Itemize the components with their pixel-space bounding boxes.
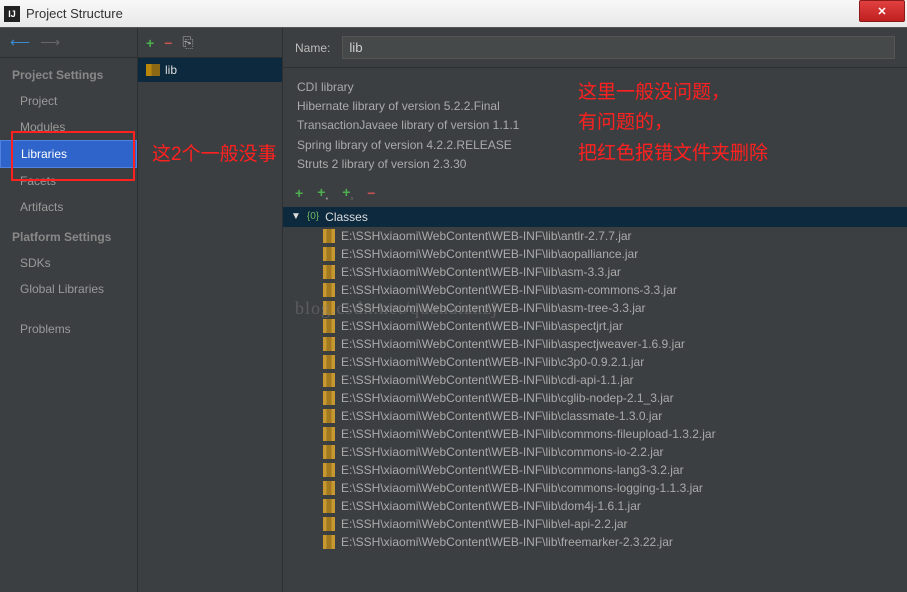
copy-library-icon[interactable]: ⎘ (182, 34, 193, 51)
jar-icon (323, 247, 335, 261)
library-item-lib[interactable]: lib (138, 58, 282, 82)
remove-library-icon[interactable]: − (164, 35, 172, 51)
nav-global-libraries[interactable]: Global Libraries (0, 276, 137, 302)
jar-path: E:\SSH\xiaomi\WebContent\WEB-INF\lib\com… (341, 427, 716, 441)
jar-item[interactable]: E:\SSH\xiaomi\WebContent\WEB-INF\lib\asm… (283, 299, 907, 317)
jar-path: E:\SSH\xiaomi\WebContent\WEB-INF\lib\dom… (341, 499, 641, 513)
jar-path: E:\SSH\xiaomi\WebContent\WEB-INF\lib\com… (341, 463, 684, 477)
jar-icon (323, 427, 335, 441)
nav-artifacts[interactable]: Artifacts (0, 194, 137, 220)
back-icon[interactable]: ⟵ (10, 34, 30, 51)
jar-item[interactable]: E:\SSH\xiaomi\WebContent\WEB-INF\lib\dom… (283, 497, 907, 515)
jar-icon (323, 355, 335, 369)
jar-icon (323, 283, 335, 297)
nav-facets[interactable]: Facets (0, 168, 137, 194)
desc-line: Spring library of version 4.2.2.RELEASE (297, 136, 893, 155)
add-jar-global-icon[interactable]: +▫ (342, 184, 353, 203)
sidebar: ⟵ ⟶ Project Settings Project Modules Lib… (0, 28, 138, 592)
nav-libraries[interactable]: Libraries (0, 140, 137, 168)
jar-item[interactable]: E:\SSH\xiaomi\WebContent\WEB-INF\lib\com… (283, 461, 907, 479)
jar-path: E:\SSH\xiaomi\WebContent\WEB-INF\lib\cdi… (341, 373, 634, 387)
forward-icon[interactable]: ⟶ (40, 34, 60, 51)
jar-path: E:\SSH\xiaomi\WebContent\WEB-INF\lib\fre… (341, 535, 673, 549)
add-library-icon[interactable]: + (146, 35, 154, 51)
jar-icon (323, 391, 335, 405)
jar-path: E:\SSH\xiaomi\WebContent\WEB-INF\lib\asm… (341, 283, 677, 297)
desc-line: TransactionJavaee library of version 1.1… (297, 116, 893, 135)
jar-item[interactable]: E:\SSH\xiaomi\WebContent\WEB-INF\lib\com… (283, 443, 907, 461)
desc-line: Struts 2 library of version 2.3.30 (297, 155, 893, 174)
nav-problems[interactable]: Problems (0, 316, 137, 342)
nav-sdks[interactable]: SDKs (0, 250, 137, 276)
jar-list: E:\SSH\xiaomi\WebContent\WEB-INF\lib\ant… (283, 227, 907, 592)
jar-path: E:\SSH\xiaomi\WebContent\WEB-INF\lib\cgl… (341, 391, 674, 405)
desc-line: Hibernate library of version 5.2.2.Final (297, 97, 893, 116)
jar-item[interactable]: E:\SSH\xiaomi\WebContent\WEB-INF\lib\asp… (283, 335, 907, 353)
nav-project[interactable]: Project (0, 88, 137, 114)
jar-path: E:\SSH\xiaomi\WebContent\WEB-INF\lib\asm… (341, 301, 646, 315)
desc-line: CDI library (297, 78, 893, 97)
jar-path: E:\SSH\xiaomi\WebContent\WEB-INF\lib\com… (341, 481, 703, 495)
app-icon: IJ (4, 6, 20, 22)
jar-item[interactable]: E:\SSH\xiaomi\WebContent\WEB-INF\lib\cgl… (283, 389, 907, 407)
jar-path: E:\SSH\xiaomi\WebContent\WEB-INF\lib\asm… (341, 265, 621, 279)
jar-icon (323, 373, 335, 387)
library-icon (146, 64, 160, 76)
window-title: Project Structure (26, 6, 859, 21)
collapse-icon: ▼ (291, 211, 301, 222)
jar-item[interactable]: E:\SSH\xiaomi\WebContent\WEB-INF\lib\fre… (283, 533, 907, 551)
library-list-panel: + − ⎘ lib (138, 28, 283, 592)
jar-item[interactable]: E:\SSH\xiaomi\WebContent\WEB-INF\lib\c3p… (283, 353, 907, 371)
jar-path: E:\SSH\xiaomi\WebContent\WEB-INF\lib\ant… (341, 229, 632, 243)
jar-icon (323, 517, 335, 531)
jar-path: E:\SSH\xiaomi\WebContent\WEB-INF\lib\el-… (341, 517, 628, 531)
jar-item[interactable]: E:\SSH\xiaomi\WebContent\WEB-INF\lib\el-… (283, 515, 907, 533)
add-jar-icon[interactable]: + (295, 185, 303, 201)
jar-icon (323, 265, 335, 279)
name-input[interactable] (342, 36, 895, 59)
jar-item[interactable]: E:\SSH\xiaomi\WebContent\WEB-INF\lib\ant… (283, 227, 907, 245)
jar-item[interactable]: E:\SSH\xiaomi\WebContent\WEB-INF\lib\asp… (283, 317, 907, 335)
add-jar-dir-icon[interactable]: +▪ (317, 184, 328, 203)
titlebar: IJ Project Structure ✕ (0, 0, 907, 28)
jar-path: E:\SSH\xiaomi\WebContent\WEB-INF\lib\com… (341, 445, 664, 459)
jar-icon (323, 445, 335, 459)
jar-icon (323, 301, 335, 315)
classes-icon: {0} (307, 211, 319, 222)
jar-item[interactable]: E:\SSH\xiaomi\WebContent\WEB-INF\lib\cdi… (283, 371, 907, 389)
jar-icon (323, 535, 335, 549)
jar-item[interactable]: E:\SSH\xiaomi\WebContent\WEB-INF\lib\com… (283, 425, 907, 443)
jar-path: E:\SSH\xiaomi\WebContent\WEB-INF\lib\aop… (341, 247, 638, 261)
jar-icon (323, 481, 335, 495)
jar-path: E:\SSH\xiaomi\WebContent\WEB-INF\lib\asp… (341, 337, 685, 351)
jar-item[interactable]: E:\SSH\xiaomi\WebContent\WEB-INF\lib\cla… (283, 407, 907, 425)
jar-path: E:\SSH\xiaomi\WebContent\WEB-INF\lib\asp… (341, 319, 623, 333)
nav-modules[interactable]: Modules (0, 114, 137, 140)
jar-item[interactable]: E:\SSH\xiaomi\WebContent\WEB-INF\lib\aop… (283, 245, 907, 263)
jar-item[interactable]: E:\SSH\xiaomi\WebContent\WEB-INF\lib\com… (283, 479, 907, 497)
jar-icon (323, 337, 335, 351)
jar-item[interactable]: E:\SSH\xiaomi\WebContent\WEB-INF\lib\asm… (283, 263, 907, 281)
jar-path: E:\SSH\xiaomi\WebContent\WEB-INF\lib\c3p… (341, 355, 644, 369)
jar-icon (323, 463, 335, 477)
remove-jar-icon[interactable]: − (367, 185, 375, 201)
library-descriptions: CDI library Hibernate library of version… (283, 68, 907, 184)
close-button[interactable]: ✕ (859, 0, 905, 22)
section-project-settings: Project Settings (0, 58, 137, 88)
jar-icon (323, 229, 335, 243)
tree-root-label: Classes (325, 210, 368, 224)
jar-item[interactable]: E:\SSH\xiaomi\WebContent\WEB-INF\lib\asm… (283, 281, 907, 299)
jar-icon (323, 319, 335, 333)
content-panel: Name: CDI library Hibernate library of v… (283, 28, 907, 592)
tree-classes-header[interactable]: ▼ {0} Classes (283, 207, 907, 227)
jar-icon (323, 499, 335, 513)
section-platform-settings: Platform Settings (0, 220, 137, 250)
name-label: Name: (295, 41, 330, 55)
jar-icon (323, 409, 335, 423)
jar-path: E:\SSH\xiaomi\WebContent\WEB-INF\lib\cla… (341, 409, 662, 423)
library-item-label: lib (165, 63, 177, 77)
